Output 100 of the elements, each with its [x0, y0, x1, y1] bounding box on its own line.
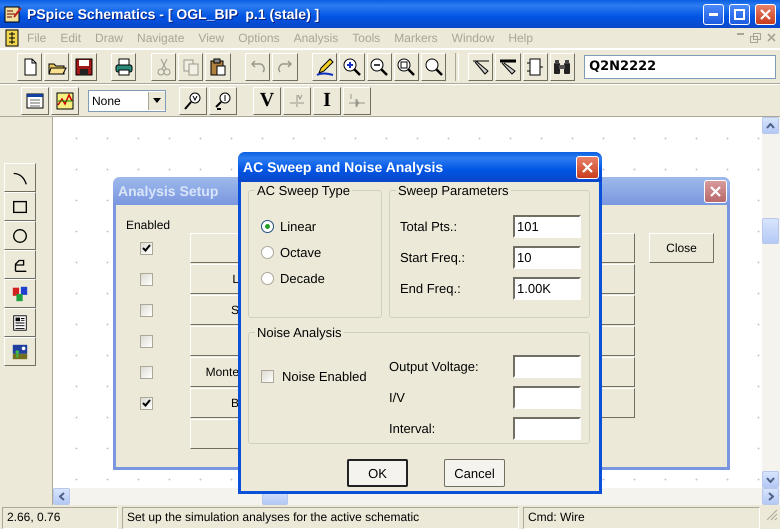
- group-label: Sweep Parameters: [396, 183, 511, 198]
- toolbar-button[interactable]: [468, 52, 494, 80]
- toolbar-button[interactable]: [339, 52, 365, 80]
- command-status: Cmd: Wire: [523, 507, 760, 529]
- field-label: Output Voltage:: [389, 359, 480, 374]
- toolbar-button[interactable]: [522, 52, 548, 80]
- enabled-checkbox[interactable]: [140, 396, 153, 410]
- toolbar-button[interactable]: [312, 52, 338, 80]
- dialog-title: AC Sweep and Noise Analysis: [243, 159, 444, 175]
- magnifier-icon: [424, 56, 444, 76]
- marker-dropdown[interactable]: None: [88, 90, 166, 112]
- drawing-tool-button[interactable]: [4, 279, 36, 308]
- drawing-tool-button[interactable]: [4, 308, 36, 337]
- zoom-out-icon: [369, 56, 390, 76]
- check-icon: [142, 399, 151, 407]
- drawing-tool-button[interactable]: [4, 192, 36, 221]
- floppy-icon: [74, 56, 94, 76]
- field-label: Interval:: [389, 421, 436, 436]
- drawing-tool-button[interactable]: [4, 250, 36, 279]
- enabled-checkbox[interactable]: [140, 304, 153, 316]
- toolbar-button[interactable]: [44, 52, 70, 80]
- dialog-button[interactable]: Cancel: [444, 459, 505, 487]
- close-button[interactable]: [755, 4, 776, 24]
- enabled-checkbox[interactable]: [140, 366, 153, 378]
- close-dialog-button[interactable]: Close: [649, 233, 714, 263]
- input-field[interactable]: [513, 355, 581, 378]
- checkbox-label: Noise Enabled: [282, 369, 367, 384]
- group-label: Noise Analysis: [255, 325, 344, 340]
- restore-icon: [750, 33, 761, 43]
- clipboard-icon: [208, 56, 228, 76]
- field-label: I/V: [389, 390, 406, 405]
- maximize-button[interactable]: [729, 4, 750, 24]
- toolbar-button[interactable]: V: [253, 86, 281, 114]
- input-field[interactable]: 10: [513, 246, 581, 269]
- maximize-icon: [734, 8, 745, 20]
- toolbar-button[interactable]: [71, 52, 97, 80]
- field-label: Start Freq.:: [400, 250, 466, 265]
- radio-label: Linear: [280, 219, 316, 234]
- document-icon: [4, 29, 20, 47]
- caret-icon: [153, 98, 161, 103]
- zoom-in-icon: [342, 56, 362, 76]
- coordinates-text: 2.66, 0.76: [2, 507, 118, 529]
- toolbar-button[interactable]: [495, 52, 521, 80]
- toolbar-button[interactable]: [421, 52, 446, 80]
- radio-button[interactable]: [261, 246, 274, 259]
- close-button[interactable]: [576, 156, 599, 178]
- radio-label: Decade: [280, 271, 325, 286]
- scroll-thumb[interactable]: [762, 218, 779, 244]
- toolbar-button[interactable]: [17, 52, 42, 80]
- toolbar-button[interactable]: [394, 52, 420, 80]
- input-field[interactable]: [513, 417, 581, 440]
- drawing-tool-button[interactable]: [4, 163, 36, 192]
- voltage-probe-icon: [183, 90, 203, 110]
- block-icon: [525, 56, 546, 76]
- close-button[interactable]: [704, 180, 727, 202]
- noise-checkbox[interactable]: [261, 370, 274, 383]
- toolbar-button[interactable]: [366, 52, 392, 80]
- close-icon: [760, 8, 771, 20]
- minimize-button[interactable]: [703, 4, 724, 24]
- toolbar-button[interactable]: [21, 86, 49, 114]
- enabled-checkbox[interactable]: [140, 272, 153, 286]
- input-field[interactable]: 1.00K: [513, 277, 581, 300]
- window-list-icon: [25, 90, 45, 110]
- dialog-button[interactable]: OK: [347, 459, 408, 487]
- drawing-tool-button[interactable]: [4, 221, 36, 250]
- zoom-area-icon: [396, 56, 416, 76]
- input-field[interactable]: [513, 386, 581, 409]
- toolbar-button[interactable]: [550, 52, 576, 80]
- app-icon: [4, 5, 22, 23]
- printer-icon: [114, 56, 134, 76]
- text-box-icon: [11, 314, 29, 332]
- drawing-tool-button[interactable]: [4, 337, 36, 366]
- toolbar-button[interactable]: [111, 52, 136, 80]
- column-header: Enabled: [126, 218, 172, 232]
- close-icon: [710, 186, 721, 196]
- status-message: Set up the simulation analyses for the active schematic: [122, 507, 519, 529]
- enabled-checkbox[interactable]: [140, 334, 153, 348]
- close-icon: [582, 162, 593, 172]
- toolbar-button[interactable]: [209, 86, 237, 114]
- input-field[interactable]: 101: [513, 215, 581, 238]
- graph-icon: [55, 90, 75, 110]
- colored-letters-icon: [11, 284, 29, 302]
- radio-button[interactable]: [261, 272, 274, 285]
- vertical-scrollbar[interactable]: [762, 117, 780, 505]
- toolbar-button[interactable]: [179, 86, 207, 114]
- group-label: AC Sweep Type: [255, 183, 352, 198]
- toolbar-button[interactable]: I: [313, 86, 341, 114]
- copy-icon: [180, 56, 201, 76]
- toolbar-button[interactable]: [205, 52, 231, 80]
- radio-label: Octave: [280, 245, 322, 260]
- minimize-icon: [737, 33, 744, 35]
- toolbar-button[interactable]: [51, 86, 79, 114]
- radio-button[interactable]: [261, 220, 274, 233]
- close-icon: [767, 33, 776, 42]
- current-probe-icon: [213, 90, 233, 110]
- window-title: PSpice Schematics - [ OGL_BIP p.1 (stale) ]: [27, 6, 320, 22]
- part-name-field[interactable]: Q2N2222: [584, 54, 776, 78]
- field-label: End Freq.:: [400, 281, 462, 296]
- enabled-checkbox[interactable]: [140, 242, 153, 254]
- image-icon: [11, 342, 29, 360]
